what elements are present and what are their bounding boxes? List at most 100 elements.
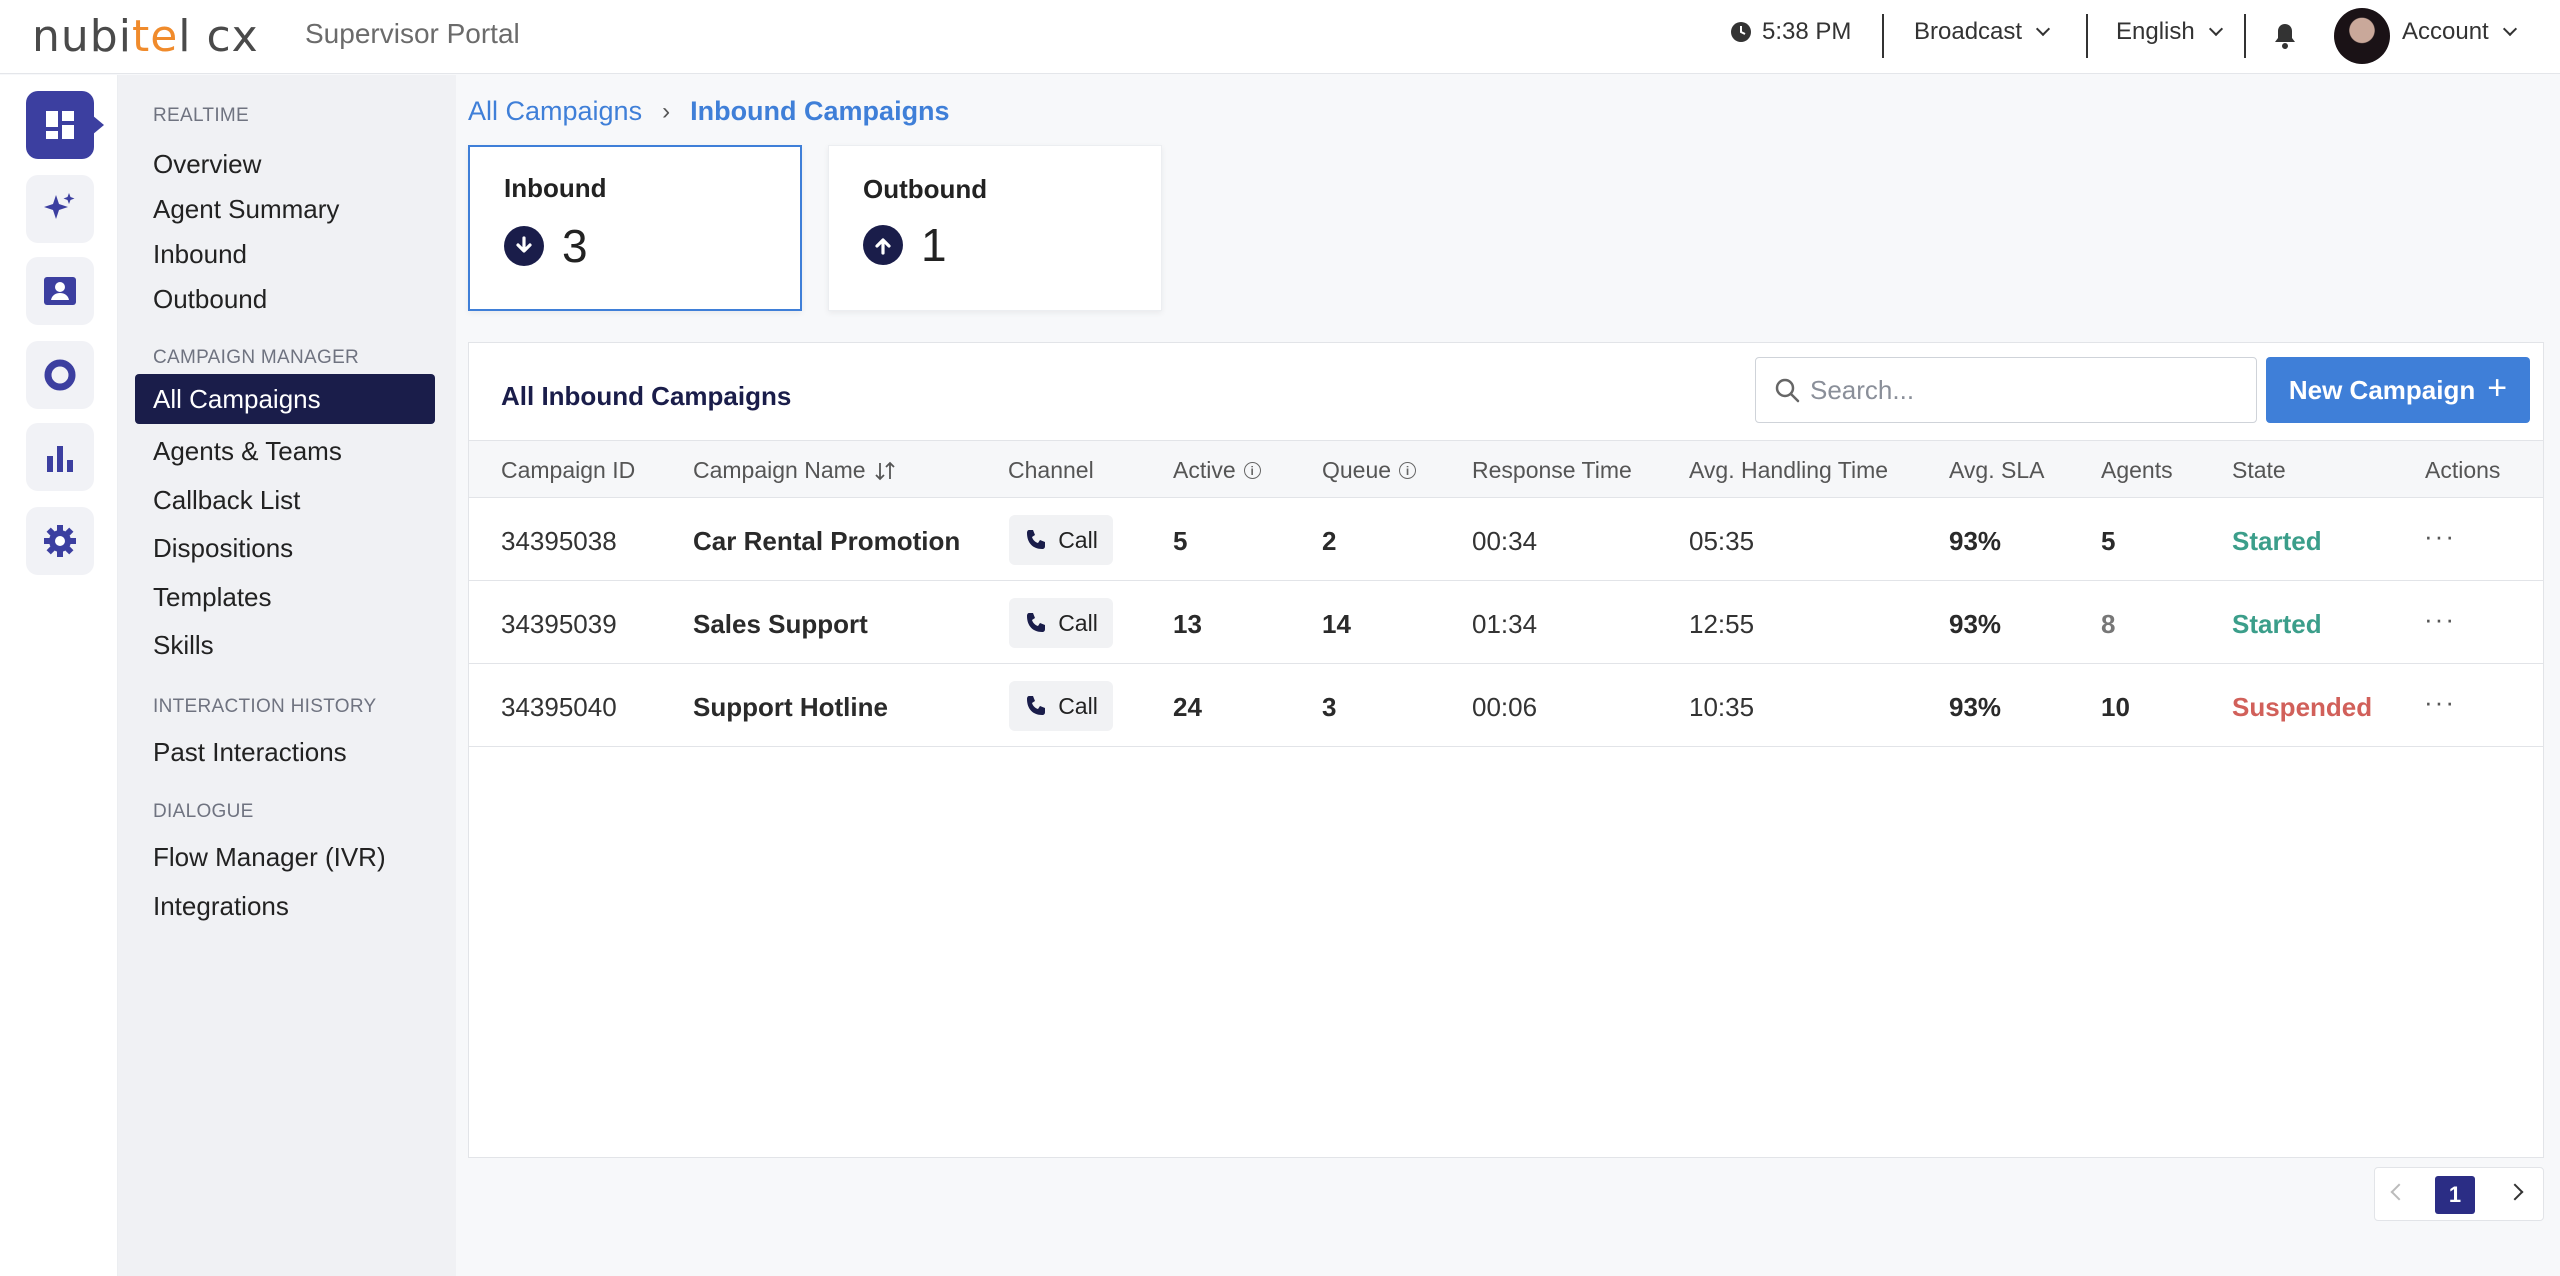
avatar[interactable] [2334, 8, 2390, 64]
phone-icon [1027, 530, 1046, 549]
divider [2244, 14, 2246, 58]
table-row[interactable]: 34395040 Support Hotline Call 24 3 00:06… [469, 665, 2543, 747]
col-active-label: Active [1173, 457, 1236, 483]
rail-analytics-button[interactable] [26, 423, 94, 491]
sparkle-icon [44, 193, 75, 219]
col-response-time[interactable]: Response Time [1472, 457, 1632, 484]
breadcrumb-all-campaigns[interactable]: All Campaigns [468, 96, 642, 127]
broadcast-dropdown[interactable]: Broadcast [1914, 18, 2051, 46]
rail-dashboard-button[interactable] [26, 91, 104, 159]
search-icon [1775, 378, 1800, 403]
cell-avg-sla: 93% [1949, 526, 2002, 556]
divider [1882, 14, 1884, 58]
phone-icon [1027, 696, 1046, 715]
rail-ai-button[interactable] [26, 175, 94, 243]
chevron-left-icon[interactable] [2390, 1183, 2408, 1201]
cell-campaign-id: 34395039 [501, 609, 617, 639]
cell-active: 24 [1173, 692, 1202, 722]
nav-section-realtime: REALTIME [153, 105, 250, 126]
bell-icon[interactable] [2273, 22, 2297, 50]
new-campaign-label: New Campaign [2288, 374, 2476, 405]
top-bar: nubitel cx Supervisor Portal 5:38 PM Bro… [0, 0, 2560, 74]
account-dropdown[interactable]: Account [2402, 18, 2517, 46]
arrow-down-circle-icon [504, 226, 544, 266]
more-actions-icon[interactable]: ··· [2424, 604, 2456, 635]
chevron-down-icon [2502, 21, 2517, 37]
sidebar-item-flow-manager[interactable]: Flow Manager (IVR) [153, 842, 386, 873]
more-actions-icon[interactable]: ··· [2424, 521, 2456, 552]
col-state[interactable]: State [2232, 457, 2286, 484]
inbound-card-label: Inbound [504, 173, 607, 203]
sidebar-item-dispositions[interactable]: Dispositions [153, 533, 293, 564]
table-row[interactable]: 34395039 Sales Support Call 13 14 01:34 … [469, 582, 2543, 664]
sidebar-item-outbound[interactable]: Outbound [153, 284, 267, 315]
sidebar-item-overview[interactable]: Overview [153, 149, 261, 180]
cell-campaign-name[interactable]: Sales Support [693, 609, 868, 640]
channel-chip: Call [1009, 681, 1113, 731]
portal-title: Supervisor Portal [305, 18, 520, 49]
cell-campaign-name[interactable]: Car Rental Promotion [693, 526, 960, 557]
breadcrumb-separator: › [662, 97, 671, 125]
info-icon[interactable]: i [1243, 462, 1261, 479]
ring-chart-icon [44, 359, 76, 391]
gear-icon [44, 525, 76, 557]
col-agents[interactable]: Agents [2101, 457, 2173, 484]
language-label: English [2116, 18, 2195, 45]
clock: 5:38 PM [1730, 18, 1851, 46]
sidebar-nav: REALTIME Overview Agent Summary Inbound … [118, 75, 456, 1276]
outbound-card-row: 1 [863, 218, 947, 272]
col-campaign-id[interactable]: Campaign ID [501, 457, 635, 484]
cell-agents: 10 [2101, 692, 2130, 722]
rail-settings-button[interactable] [26, 507, 94, 575]
sidebar-item-integrations[interactable]: Integrations [153, 891, 289, 922]
cell-response-time: 00:06 [1472, 692, 1538, 722]
nav-section-dialogue: DIALOGUE [153, 801, 254, 822]
search-input[interactable] [1810, 374, 2250, 406]
cell-campaign-id: 34395038 [501, 526, 617, 556]
cell-avg-handling-time: 05:35 [1689, 526, 1755, 556]
rail-contacts-button[interactable] [26, 257, 94, 325]
sidebar-item-inbound[interactable]: Inbound [153, 239, 247, 270]
page-number-button[interactable]: 1 [2435, 1176, 2475, 1214]
sidebar-item-agents-teams[interactable]: Agents & Teams [153, 436, 342, 467]
pagination: 1 [2374, 1167, 2544, 1221]
sidebar-item-all-campaigns[interactable]: All Campaigns [135, 374, 435, 424]
col-active[interactable]: Active i [1173, 457, 1261, 484]
icon-rail [0, 75, 118, 1276]
cell-agents: 8 [2101, 609, 2116, 639]
col-queue[interactable]: Queue i [1322, 457, 1417, 484]
col-avg-sla[interactable]: Avg. SLA [1949, 457, 2044, 484]
sidebar-item-skills[interactable]: Skills [153, 630, 214, 661]
sidebar-item-agent-summary[interactable]: Agent Summary [153, 194, 339, 225]
contact-card-icon [44, 277, 76, 305]
cell-campaign-name[interactable]: Support Hotline [693, 692, 888, 723]
info-icon[interactable]: i [1399, 462, 1417, 479]
col-avg-handling-time[interactable]: Avg. Handling Time [1689, 457, 1888, 484]
inbound-card[interactable]: Inbound 3 [468, 145, 802, 311]
nubitel-logo[interactable]: nubitel cx [32, 8, 259, 64]
col-channel[interactable]: Channel [1008, 457, 1094, 484]
chevron-down-icon [2208, 21, 2223, 37]
outbound-card-label: Outbound [863, 174, 988, 204]
sort-icon[interactable] [874, 460, 896, 482]
sidebar-item-templates[interactable]: Templates [153, 582, 272, 613]
sidebar-item-callback-list[interactable]: Callback List [153, 485, 300, 516]
broadcast-label: Broadcast [1914, 18, 2023, 45]
new-campaign-button[interactable]: New Campaign + [2266, 357, 2530, 423]
outbound-card[interactable]: Outbound 1 [828, 145, 1162, 311]
rail-reports-button[interactable] [26, 341, 94, 409]
cell-active: 5 [1173, 526, 1188, 556]
nav-section-campaign-manager: CAMPAIGN MANAGER [153, 347, 360, 368]
dashboard-icon [46, 111, 74, 139]
more-actions-icon[interactable]: ··· [2424, 687, 2456, 718]
sidebar-item-past-interactions[interactable]: Past Interactions [153, 737, 347, 768]
status-badge: Suspended [2232, 692, 2373, 722]
chevron-right-icon[interactable] [2506, 1183, 2524, 1201]
language-dropdown[interactable]: English [2116, 18, 2223, 46]
table-row[interactable]: 34395038 Car Rental Promotion Call 5 2 0… [469, 499, 2543, 581]
plus-icon: + [2487, 369, 2508, 407]
nav-section-interaction-history: INTERACTION HISTORY [153, 696, 377, 717]
col-campaign-name[interactable]: Campaign Name [693, 457, 896, 484]
cell-queue: 3 [1322, 692, 1337, 722]
cell-queue: 2 [1322, 526, 1337, 556]
